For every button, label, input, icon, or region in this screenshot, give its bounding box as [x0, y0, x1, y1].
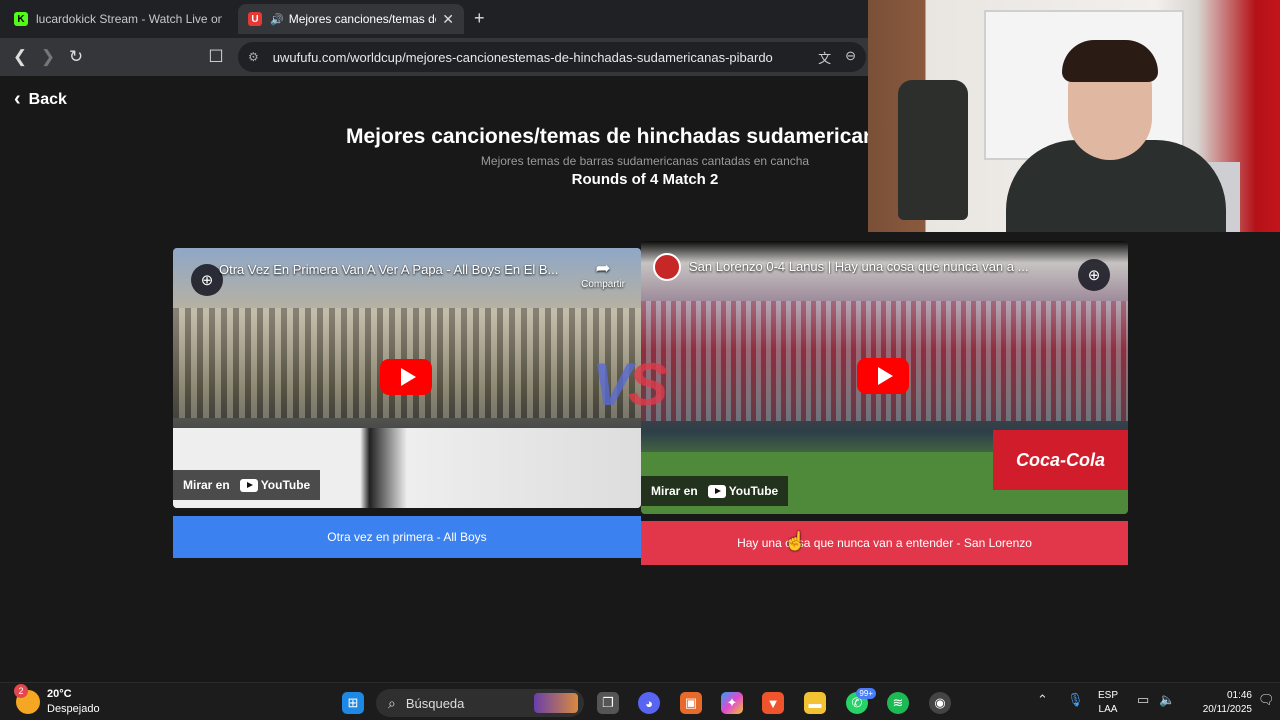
- page-subtitle: Mejores temas de barras sudamericanas ca…: [480, 154, 810, 168]
- share-icon: ➦: [595, 258, 611, 278]
- youtube-logo-icon: [239, 478, 258, 492]
- choose-right-button[interactable]: Hay una cosa que nunca van a entender - …: [641, 521, 1128, 565]
- discord-icon[interactable]: ◕: [638, 692, 660, 714]
- youtube-label: YouTube: [260, 478, 311, 492]
- reload-icon[interactable]: ↻: [64, 45, 88, 69]
- webcam-person: [1006, 40, 1226, 232]
- microphone-icon[interactable]: 🎙: [1067, 692, 1084, 708]
- site-info-icon[interactable]: ⚙: [248, 50, 259, 64]
- notifications-icon[interactable]: 🗨: [1258, 692, 1275, 708]
- time: 01:46: [1226, 690, 1252, 701]
- file-explorer-icon[interactable]: ▬: [804, 692, 826, 714]
- whatsapp-icon[interactable]: ✆ 99+: [846, 688, 876, 714]
- windows-taskbar: 2 20°C Despejado ⊞ ⌕ Búsqueda ❐ ◕ ▣ ✦ ▼ …: [0, 682, 1280, 720]
- play-button-icon[interactable]: [380, 359, 432, 395]
- browser-tab-bar: K lucardokick Stream - Watch Live on K U…: [0, 0, 868, 38]
- page-title: Mejores canciones/temas de hinchadas sud…: [346, 125, 868, 148]
- watch-label: Mirar en: [651, 484, 698, 498]
- tab-title: Mejores canciones/temas de: [288, 12, 437, 26]
- kick-favicon-icon: K: [14, 12, 28, 26]
- translate-icon[interactable]: 文: [818, 48, 831, 67]
- weather-badge: 2: [14, 684, 28, 698]
- search-label: Búsqueda: [405, 695, 465, 711]
- weather-condition: Despejado: [47, 703, 100, 715]
- watch-label: Mirar en: [183, 478, 230, 492]
- uwufufu-favicon-icon: U: [248, 12, 262, 26]
- weather-widget[interactable]: 2 20°C Despejado: [14, 684, 100, 717]
- brave-browser-icon[interactable]: ▼: [762, 692, 784, 714]
- back-label: Back: [28, 90, 67, 108]
- temperature: 20°C: [47, 688, 72, 700]
- vs-letter-s: S: [628, 351, 668, 418]
- tab-uwufufu[interactable]: U 🔊 Mejores canciones/temas de ✕: [238, 4, 464, 34]
- watch-on-youtube-button[interactable]: Mirar en YouTube: [641, 476, 789, 506]
- tab-kick-stream[interactable]: K lucardokick Stream - Watch Live on K: [4, 4, 232, 34]
- weather-moon-icon: 2: [14, 684, 40, 714]
- clock[interactable]: 01:46 20/11/2025: [1190, 689, 1252, 717]
- search-highlight-image: [534, 693, 578, 713]
- youtube-label: YouTube: [728, 484, 779, 498]
- share-button[interactable]: ➦ Compartir: [581, 258, 625, 290]
- forward-arrow-icon[interactable]: ❯: [36, 45, 60, 69]
- windows-start-icon[interactable]: ⊞: [342, 692, 364, 714]
- channel-avatar[interactable]: [653, 253, 681, 281]
- chevron-up-icon[interactable]: ⌃: [1037, 692, 1048, 708]
- language-indicator[interactable]: ESP LAA: [1098, 689, 1118, 717]
- chevron-left-icon: ‹: [14, 88, 21, 110]
- display-icon[interactable]: ▭: [1137, 692, 1149, 708]
- language-code: ESP: [1098, 690, 1119, 701]
- webcam-overlay: [868, 0, 1280, 232]
- new-tab-button[interactable]: +: [474, 8, 485, 29]
- obs-icon[interactable]: ◉: [929, 692, 951, 714]
- watch-on-youtube-button[interactable]: Mirar en YouTube: [173, 470, 321, 500]
- search-icon: ⌕: [388, 694, 396, 711]
- task-view-icon[interactable]: ❐: [597, 692, 619, 714]
- play-button-icon[interactable]: [857, 358, 909, 394]
- versus-logo: VS: [592, 350, 668, 419]
- game-app-icon[interactable]: ▣: [680, 692, 702, 714]
- vs-letter-v: V: [592, 351, 632, 418]
- screen: K lucardokick Stream - Watch Live on K U…: [0, 0, 1280, 720]
- bookmark-icon[interactable]: ☐: [204, 45, 228, 69]
- copilot-icon[interactable]: ✦: [721, 692, 743, 714]
- ad-board: Coca-Cola: [993, 430, 1128, 490]
- round-label: Rounds of 4 Match 2: [571, 171, 719, 188]
- spotify-icon[interactable]: ≋: [887, 692, 909, 714]
- back-arrow-icon[interactable]: ❮: [8, 45, 32, 69]
- zoom-icon[interactable]: ⊖: [845, 48, 856, 67]
- webcam-person-hair: [1062, 40, 1158, 82]
- left-video-embed[interactable]: ⊕ Otra Vez En Primera Van A Ver A Papa -…: [173, 248, 641, 508]
- right-video-embed[interactable]: Coca-Cola San Lorenzo 0-4 Lanus | Hay un…: [641, 241, 1128, 514]
- video-title[interactable]: San Lorenzo 0-4 Lanus | Hay una cosa que…: [689, 259, 1058, 274]
- volume-icon[interactable]: 🔈: [1159, 692, 1175, 708]
- hand-cursor-icon: ☝: [784, 531, 807, 551]
- url-text[interactable]: uwufufu.com/worldcup/mejores-cancioneste…: [273, 50, 818, 65]
- tab-title: lucardokick Stream - Watch Live on K: [36, 12, 222, 26]
- taskbar-search[interactable]: ⌕ Búsqueda: [376, 689, 584, 717]
- whatsapp-badge: 99+: [856, 688, 876, 699]
- back-button[interactable]: ‹ Back: [14, 88, 67, 111]
- choose-left-button[interactable]: Otra vez en primera - All Boys: [173, 516, 641, 558]
- address-bar[interactable]: ⚙ uwufufu.com/worldcup/mejores-canciones…: [238, 42, 866, 72]
- browser-toolbar: ❮ ❯ ↻ ☐ ⚙ uwufufu.com/worldcup/mejores-c…: [0, 38, 868, 76]
- date: 20/11/2025: [1202, 704, 1252, 715]
- webcam-chair-image: [898, 80, 968, 220]
- share-label: Compartir: [581, 279, 625, 290]
- zoom-in-icon[interactable]: ⊕: [1078, 259, 1110, 291]
- video-title[interactable]: Otra Vez En Primera Van A Ver A Papa - A…: [219, 262, 571, 277]
- close-tab-icon[interactable]: ✕: [442, 11, 454, 28]
- keyboard-layout: LAA: [1098, 704, 1118, 715]
- speaker-icon[interactable]: 🔊: [270, 13, 284, 26]
- youtube-logo-icon: [707, 484, 726, 498]
